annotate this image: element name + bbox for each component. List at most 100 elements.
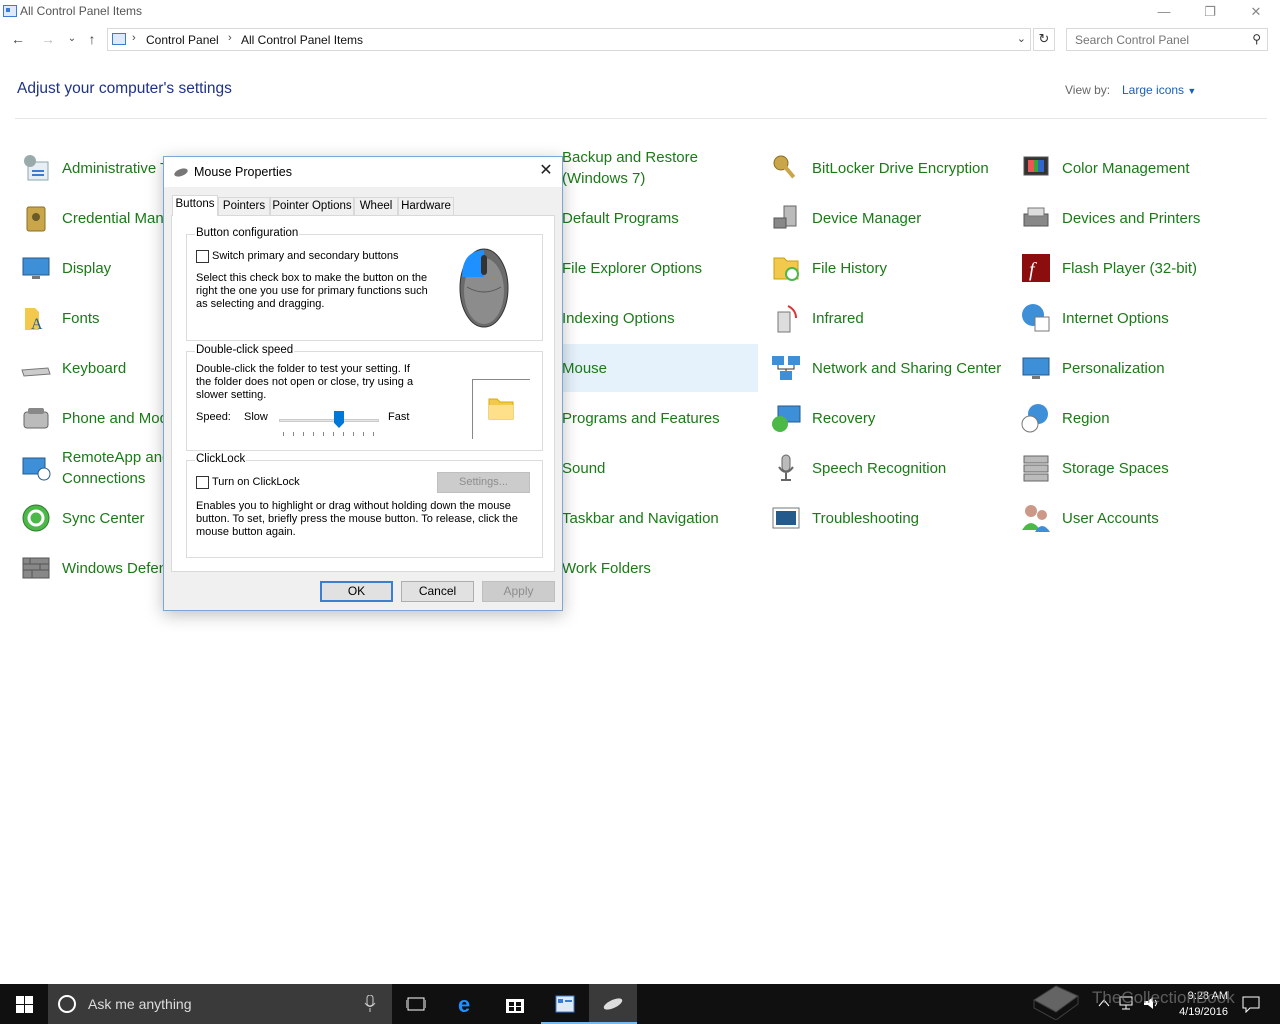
up-arrow-icon[interactable]: ↑ — [82, 29, 102, 49]
item-label: Infrared — [812, 309, 864, 327]
tab-buttons[interactable]: Buttons — [172, 195, 218, 216]
item-label: Mouse — [562, 359, 608, 377]
keyboard-icon — [21, 367, 51, 377]
folder-icon[interactable] — [487, 394, 515, 422]
printer-icon — [1023, 207, 1049, 227]
window-title: All Control Panel Items — [20, 4, 143, 18]
button-config-description: Select this check box to make the button… — [196, 272, 428, 310]
start-button[interactable] — [0, 984, 48, 1024]
search-icon[interactable]: ⚲ — [1252, 32, 1261, 46]
minimize-button[interactable]: — — [1141, 0, 1187, 24]
microphone-icon[interactable] — [364, 995, 376, 1013]
address-dropdown-icon[interactable]: ⌄ — [1017, 32, 1026, 45]
search-input[interactable] — [1073, 30, 1243, 50]
mouse-properties-dialog: Mouse Properties ✕ Buttons Pointers Poin… — [163, 156, 563, 611]
address-bar[interactable]: › Control Panel › All Control Panel Item… — [107, 28, 1031, 51]
group-legend: ClickLock — [195, 453, 247, 465]
control-panel-taskbar-button[interactable] — [541, 984, 589, 1024]
action-center-icon[interactable] — [1242, 995, 1260, 1013]
clicklock-description: Enables you to highlight or drag without… — [196, 500, 518, 538]
edge-taskbar-button[interactable]: e — [443, 984, 491, 1024]
tab-wheel[interactable]: Wheel — [354, 197, 398, 216]
clicklock-settings-button[interactable]: Settings... — [437, 472, 530, 493]
item-label: File History — [812, 259, 888, 277]
breadcrumb-control-panel[interactable]: Control Panel — [146, 33, 219, 47]
store-taskbar-button[interactable] — [491, 984, 539, 1024]
double-click-speed-group: Double-click speed Double-click the fold… — [186, 344, 543, 451]
switch-buttons-label[interactable]: Switch primary and secondary buttons — [212, 250, 398, 263]
taskbar: Ask me anything e 9:28 AM 4/19/2016 — [0, 984, 1280, 1024]
item-label: Recovery — [812, 409, 876, 427]
item-flash-player[interactable]: f Flash Player (32-bit) — [1018, 244, 1262, 292]
mouse-icon — [173, 166, 189, 179]
fast-label: Fast — [388, 411, 410, 423]
bitlocker-key-icon — [773, 155, 796, 179]
task-view-button[interactable] — [392, 984, 440, 1024]
ok-button[interactable]: OK — [320, 581, 393, 602]
microphone-icon — [778, 454, 794, 481]
item-device-manager[interactable]: Device Manager — [768, 194, 1012, 242]
cortana-search-text[interactable]: Ask me anything — [88, 996, 192, 1012]
item-bitlocker[interactable]: BitLocker Drive Encryption — [768, 144, 1012, 192]
switch-buttons-checkbox[interactable] — [196, 250, 209, 263]
clicklock-group: ClickLock Turn on ClickLock Settings... … — [186, 453, 543, 558]
file-history-icon — [773, 257, 799, 281]
group-legend: Button configuration — [195, 227, 300, 239]
view-by-dropdown[interactable]: Large icons ▼ — [1122, 83, 1196, 97]
personalization-icon — [1022, 357, 1050, 379]
item-network-and-sharing[interactable]: Network and Sharing Center — [768, 344, 1012, 392]
mouse-properties-taskbar-button[interactable] — [589, 984, 637, 1024]
speed-slider-thumb[interactable] — [334, 411, 344, 428]
back-arrow-icon[interactable]: ← — [8, 29, 28, 49]
clicklock-label[interactable]: Turn on ClickLock — [212, 476, 300, 489]
item-color-management[interactable]: Color Management — [1018, 144, 1262, 192]
item-label: Troubleshooting — [812, 509, 920, 527]
item-recovery[interactable]: Recovery — [768, 394, 1012, 442]
breadcrumb-all-items[interactable]: All Control Panel Items — [241, 33, 363, 47]
display-icon — [22, 257, 50, 279]
item-storage-spaces[interactable]: Storage Spaces — [1018, 444, 1262, 492]
item-label: User Accounts — [1062, 509, 1159, 527]
network-icon — [772, 356, 800, 380]
item-troubleshooting[interactable]: Troubleshooting — [768, 494, 1012, 542]
speed-slider-track[interactable] — [279, 419, 379, 422]
tab-pointers[interactable]: Pointers — [218, 197, 270, 216]
tab-pointer-options[interactable]: Pointer Options — [270, 197, 354, 216]
store-bag-icon — [506, 999, 524, 1013]
clicklock-checkbox[interactable] — [196, 476, 209, 489]
item-label: Devices and Printers — [1062, 209, 1201, 227]
item-region[interactable]: Region — [1018, 394, 1262, 442]
mouse-icon — [603, 998, 623, 1010]
storage-spaces-icon — [1023, 455, 1049, 482]
dialog-close-icon[interactable]: ✕ — [536, 161, 556, 181]
refresh-icon[interactable]: ↻ — [1033, 28, 1055, 51]
search-box[interactable]: ⚲ — [1066, 28, 1268, 51]
item-label: File Explorer Options — [562, 259, 703, 277]
tab-hardware[interactable]: Hardware — [398, 197, 454, 216]
item-devices-and-printers[interactable]: Devices and Printers — [1018, 194, 1262, 242]
item-file-history[interactable]: File History — [768, 244, 1012, 292]
breadcrumb-separator-icon[interactable]: › — [228, 32, 232, 44]
item-internet-options[interactable]: Internet Options — [1018, 294, 1262, 342]
item-user-accounts[interactable]: User Accounts — [1018, 494, 1262, 542]
close-button[interactable]: ✕ — [1233, 0, 1279, 24]
item-label: Flash Player (32-bit) — [1062, 259, 1198, 277]
phone-icon — [23, 408, 49, 429]
item-speech-recognition[interactable]: Speech Recognition — [768, 444, 1012, 492]
apply-button[interactable]: Apply — [482, 581, 555, 602]
item-infrared[interactable]: Infrared — [768, 294, 1012, 342]
control-panel-icon — [112, 33, 126, 45]
breadcrumb-separator-icon[interactable]: › — [132, 32, 136, 44]
device-manager-icon — [773, 205, 797, 229]
item-label: Personalization — [1062, 359, 1165, 377]
recent-locations-chevron-icon[interactable]: ⌄ — [62, 29, 82, 49]
test-folder-area[interactable] — [472, 379, 530, 439]
item-personalization[interactable]: Personalization — [1018, 344, 1262, 392]
forward-arrow-icon[interactable]: → — [38, 29, 58, 49]
caret-down-icon[interactable]: ▼ — [1187, 86, 1196, 96]
item-label: Work Folders — [562, 559, 651, 577]
cancel-button[interactable]: Cancel — [401, 581, 474, 602]
restore-button[interactable]: ❐ — [1187, 0, 1233, 24]
cortana-search-box[interactable]: Ask me anything — [48, 984, 392, 1024]
view-by-value[interactable]: Large icons — [1122, 83, 1184, 97]
